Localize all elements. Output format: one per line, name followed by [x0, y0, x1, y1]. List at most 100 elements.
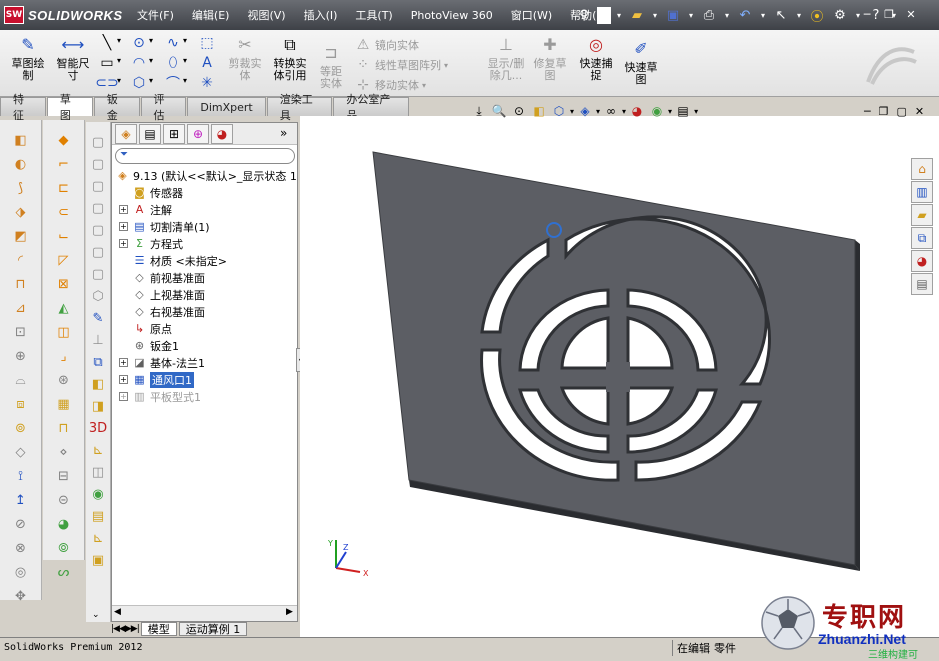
convert-sheetmetal-icon[interactable]: ᔕ	[54, 562, 74, 582]
curves-icon[interactable]: ⟟	[11, 466, 31, 486]
chevron-down-icon[interactable]: ▾	[422, 81, 426, 90]
tab-office-products[interactable]: 办公室产品	[333, 93, 410, 122]
tab-features[interactable]: 特征	[0, 93, 46, 122]
split-icon[interactable]: ⊘	[11, 514, 31, 534]
chevron-down-icon[interactable]: ▾	[149, 36, 153, 45]
top-view-icon[interactable]: ▢	[88, 242, 108, 262]
quick-snaps-button[interactable]: ◎ 快速捕捉	[576, 34, 616, 82]
expand-icon[interactable]: +	[119, 205, 128, 214]
chevron-down-icon[interactable]: ▾	[758, 5, 768, 25]
pin-icon[interactable]: ⚲	[574, 5, 594, 25]
smart-dimension-button[interactable]: ⟷ 智能尺寸	[52, 34, 94, 82]
sweep-icon[interactable]: ⟆	[11, 178, 31, 198]
dimension-tool-icon[interactable]: ⊾	[88, 440, 108, 460]
fold-icon[interactable]: ⋄	[54, 442, 74, 462]
expand-toolbar-icon[interactable]: ⌄	[92, 610, 100, 620]
tree-horizontal-scrollbar[interactable]: ◀ ▶	[112, 605, 297, 621]
forming-tool-icon[interactable]: ⊛	[54, 370, 74, 390]
tree-filter-input[interactable]: ⏷	[115, 148, 295, 164]
display-style-icon[interactable]: ◈	[576, 102, 594, 120]
section-view-icon[interactable]: ◫	[88, 462, 108, 482]
menu-file[interactable]: 文件(F)	[128, 0, 183, 30]
linear-pattern-button[interactable]: ⁘ 线性草图阵列 ▾	[354, 56, 448, 74]
tree-item-front-plane[interactable]: ◇ 前视基准面	[119, 269, 205, 286]
appearance-tool-icon[interactable]: ◉	[88, 484, 108, 504]
move-copy-icon[interactable]: ✥	[11, 586, 31, 606]
chevron-down-icon[interactable]: ▾	[444, 61, 448, 70]
scroll-right-icon[interactable]: ▶	[286, 607, 293, 617]
menu-photoview[interactable]: PhotoView 360	[402, 0, 502, 30]
tree-item-sheet-metal[interactable]: ⊛ 钣金1	[119, 337, 179, 354]
reference-geometry-icon[interactable]: ◇	[11, 442, 31, 462]
break-corner-icon[interactable]: ⌟	[54, 346, 74, 366]
hide-show-items-icon[interactable]: ∞	[602, 102, 620, 120]
revolve-boss-icon[interactable]: ◐	[11, 154, 31, 174]
jog-icon[interactable]: ⌙	[54, 226, 74, 246]
tab-dimxpert[interactable]: DimXpert	[187, 97, 266, 116]
chevron-right-icon[interactable]: »	[280, 126, 287, 140]
chevron-down-icon[interactable]: ▾	[570, 107, 574, 116]
menu-insert[interactable]: 插入(I)	[295, 0, 347, 30]
chevron-down-icon[interactable]: ▾	[622, 107, 626, 116]
viewport-close-icon[interactable]: ✕	[915, 105, 924, 118]
left-view-icon[interactable]: ▢	[88, 198, 108, 218]
tree-item-equations[interactable]: + Σ 方程式	[119, 235, 183, 252]
chevron-down-icon[interactable]: ▾	[183, 76, 187, 85]
tree-root[interactable]: ◈ 9.13 (默认<<默认>_显示状态 1	[115, 167, 297, 184]
tab-render-tools[interactable]: 渲染工具	[266, 93, 333, 122]
flatten-icon[interactable]: ⊟	[54, 466, 74, 486]
chevron-down-icon[interactable]: ▾	[650, 5, 660, 25]
feature-manager-tab-icon[interactable]: ◈	[115, 123, 137, 144]
slot-icon[interactable]: ⊂⊃	[95, 74, 118, 92]
base-flange-tool-icon[interactable]: ◆	[54, 130, 74, 150]
minimize-icon[interactable]: ─	[858, 6, 876, 22]
expand-icon[interactable]: +	[119, 239, 128, 248]
shaded-icon[interactable]: ◧	[88, 374, 108, 394]
chevron-down-icon[interactable]: ▾	[694, 107, 698, 116]
no-bends-icon[interactable]: ⊝	[54, 490, 74, 510]
menu-view[interactable]: 视图(V)	[238, 0, 294, 30]
line-icon[interactable]: ╲	[98, 34, 116, 52]
sketch-tool-icon[interactable]: ✎	[88, 308, 108, 328]
previous-view-icon[interactable]: ⊙	[510, 102, 528, 120]
ellipse-icon[interactable]: ⬯	[164, 54, 182, 72]
scroll-left-icon[interactable]: ◀	[114, 607, 121, 617]
chevron-down-icon[interactable]: ▾	[117, 76, 121, 85]
rib-icon[interactable]: ⊓	[11, 274, 31, 294]
options-gear-icon[interactable]: ⚙	[830, 5, 850, 25]
select-arrow-icon[interactable]: ↖	[771, 5, 791, 25]
new-document-icon[interactable]	[597, 6, 611, 24]
hem-icon[interactable]: ⊂	[54, 202, 74, 222]
undo-icon[interactable]: ↶	[735, 5, 755, 25]
chevron-down-icon[interactable]: ▾	[183, 56, 187, 65]
point-icon[interactable]: ✳	[198, 74, 216, 92]
chevron-down-icon[interactable]: ▾	[117, 56, 121, 65]
file-explorer-icon[interactable]: ▰	[911, 204, 933, 226]
view-orientation-icon[interactable]: ⬡	[550, 102, 568, 120]
tree-item-origin[interactable]: ↳ 原点	[119, 320, 172, 337]
tree-item-right-plane[interactable]: ◇ 右视基准面	[119, 303, 205, 320]
viewport-restore-icon[interactable]: ❐	[879, 105, 889, 118]
chevron-down-icon[interactable]: ▾	[668, 107, 672, 116]
section-view-toggle-icon[interactable]: ◧	[530, 102, 548, 120]
custom-properties-icon[interactable]: ▤	[911, 273, 933, 295]
tree-item-vent[interactable]: + ▦ 通风口1	[119, 371, 194, 388]
save-icon[interactable]: ▣	[663, 5, 683, 25]
appearances-scenes-icon[interactable]: ◕	[911, 250, 933, 272]
fillet-feature-icon[interactable]: ◜	[11, 250, 31, 270]
draft-icon[interactable]: ⊿	[11, 298, 31, 318]
tree-item-cut-list[interactable]: + ▤ 切割清单(1)	[119, 218, 210, 235]
instant3d-icon[interactable]: ↥	[11, 490, 31, 510]
tab-scroll-arrows[interactable]: |◀◀▶▶|	[111, 624, 140, 634]
sketch-plane-icon[interactable]: ⬚	[198, 34, 216, 52]
chevron-down-icon[interactable]: ▾	[117, 36, 121, 45]
circle-icon[interactable]: ⊙	[130, 34, 148, 52]
loft-icon[interactable]: ⬗	[11, 202, 31, 222]
rebuild-traffic-light-icon[interactable]: ⦿	[807, 5, 827, 25]
dome-icon[interactable]: ⌓	[11, 370, 31, 390]
tab-sketch[interactable]: 草图	[46, 93, 93, 122]
insert-bends-icon[interactable]: ⦾	[54, 538, 74, 558]
tree-item-top-plane[interactable]: ◇ 上视基准面	[119, 286, 205, 303]
box-view-icon[interactable]: ▢	[88, 132, 108, 152]
expand-icon[interactable]: +	[119, 392, 128, 401]
